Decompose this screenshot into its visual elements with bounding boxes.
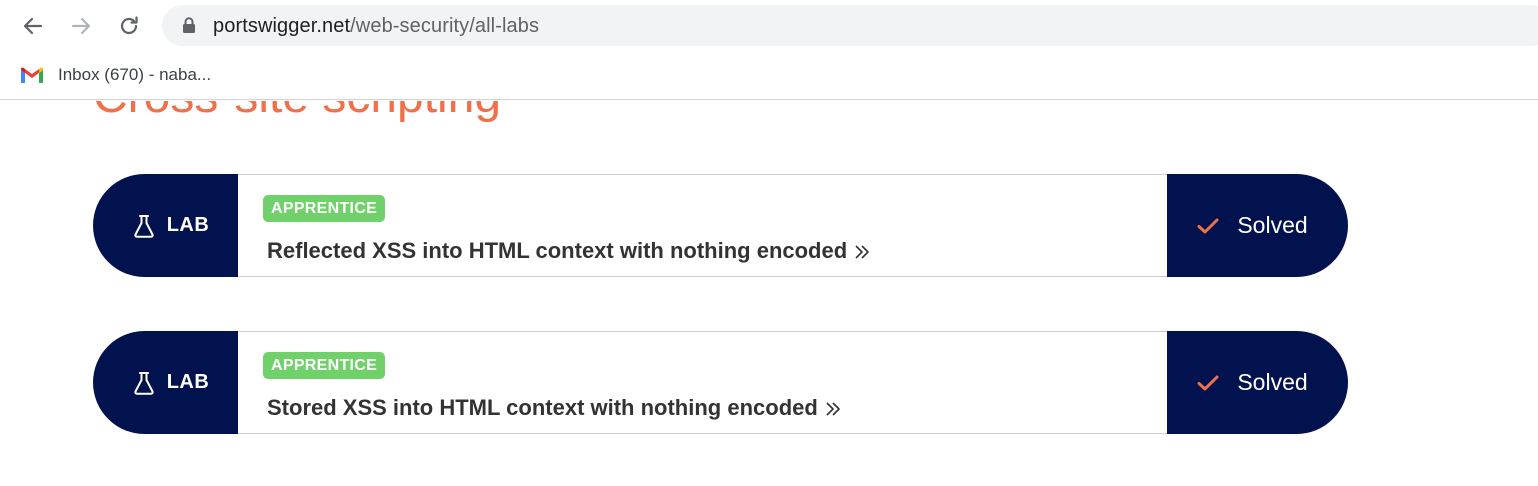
lab-card[interactable]: LAB APPRENTICE Reflected XSS into HTML c… xyxy=(93,174,1348,277)
page-viewport: Cross-site scripting LAB APPRENTICE Refl… xyxy=(0,101,1538,486)
checkmark-icon xyxy=(1197,218,1219,233)
browser-toolbar: portswigger.net/web-security/all-labs xyxy=(0,0,1538,52)
lab-title: Reflected XSS into HTML context with not… xyxy=(267,238,848,263)
reload-button[interactable] xyxy=(111,8,147,44)
status-solved: Solved xyxy=(1167,174,1348,277)
lab-tag: LAB xyxy=(93,174,239,277)
lab-card[interactable]: LAB APPRENTICE Stored XSS into HTML cont… xyxy=(93,331,1348,434)
double-chevron-right-icon xyxy=(855,245,869,259)
level-badge: APPRENTICE xyxy=(263,352,386,379)
lab-tag-label: LAB xyxy=(166,371,210,393)
address-bar[interactable]: portswigger.net/web-security/all-labs xyxy=(162,5,1538,46)
url-text[interactable]: portswigger.net/web-security/all-labs xyxy=(213,15,539,38)
lab-title-link[interactable]: Reflected XSS into HTML context with not… xyxy=(267,238,870,264)
lab-title-link[interactable]: Stored XSS into HTML context with nothin… xyxy=(267,395,841,421)
level-badge: APPRENTICE xyxy=(263,195,386,222)
checkmark-icon xyxy=(1197,375,1219,390)
lab-title: Stored XSS into HTML context with nothin… xyxy=(267,395,818,420)
status-solved: Solved xyxy=(1167,331,1348,434)
bookmarks-bar: Inbox (670) - naba... xyxy=(0,52,1538,100)
status-label: Solved xyxy=(1237,369,1308,395)
forward-button[interactable] xyxy=(63,8,99,44)
lab-tag-label: LAB xyxy=(166,214,210,236)
flask-icon xyxy=(134,214,154,238)
gmail-icon xyxy=(21,67,43,83)
forward-arrow-icon xyxy=(71,17,91,35)
section-title: Cross-site scripting xyxy=(93,101,501,124)
lab-content: APPRENTICE Stored XSS into HTML context … xyxy=(238,331,1168,434)
lab-tag: LAB xyxy=(93,331,239,434)
bookmark-gmail[interactable]: Inbox (670) - naba... xyxy=(20,62,211,88)
url-path: /web-security/all-labs xyxy=(350,15,540,37)
bookmark-label: Inbox (670) - naba... xyxy=(58,65,212,84)
double-chevron-right-icon xyxy=(826,402,840,416)
flask-icon xyxy=(134,371,154,395)
back-button[interactable] xyxy=(15,8,51,44)
back-arrow-icon xyxy=(23,17,43,35)
reload-icon xyxy=(120,16,138,35)
status-label: Solved xyxy=(1237,212,1308,238)
lock-icon[interactable] xyxy=(182,17,196,34)
lab-content: APPRENTICE Reflected XSS into HTML conte… xyxy=(238,174,1168,277)
url-host: portswigger.net xyxy=(213,15,351,37)
